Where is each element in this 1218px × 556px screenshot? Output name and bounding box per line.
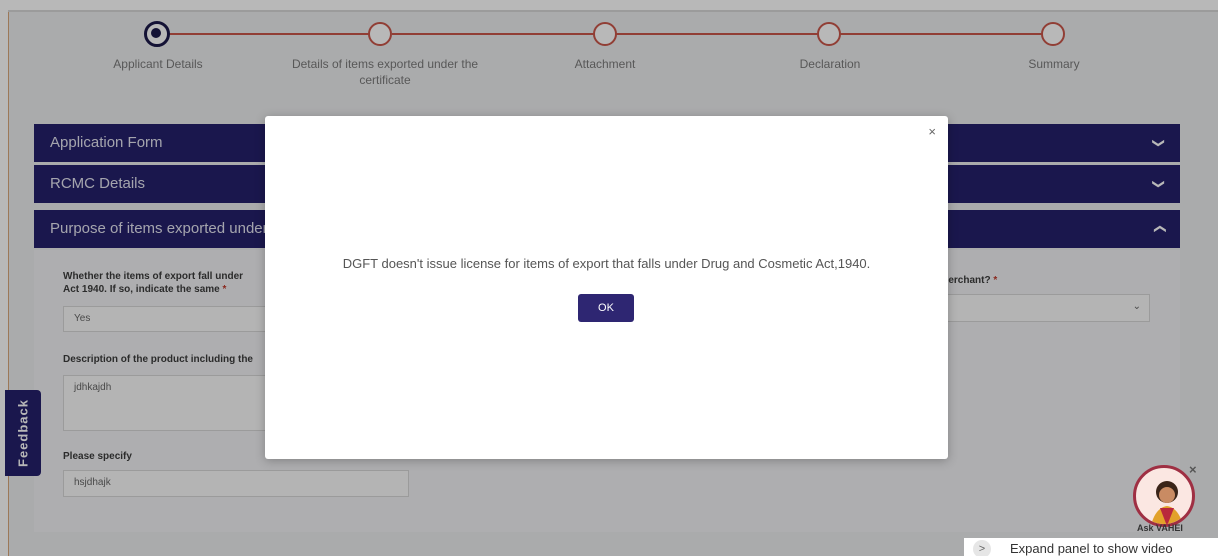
close-icon[interactable]: × — [928, 124, 936, 139]
chevron-right-icon[interactable]: > — [973, 540, 991, 556]
ask-vahei-label[interactable]: Ask VAHEI — [1137, 523, 1183, 533]
alert-dialog: × DGFT doesn't issue license for items o… — [265, 116, 948, 459]
ok-button[interactable]: OK — [578, 294, 634, 322]
close-icon[interactable]: × — [1189, 462, 1197, 477]
vahei-assistant-avatar[interactable] — [1133, 465, 1195, 527]
expand-panel-text[interactable]: Expand panel to show video — [1010, 541, 1173, 556]
alert-message: DGFT doesn't issue license for items of … — [342, 256, 871, 271]
